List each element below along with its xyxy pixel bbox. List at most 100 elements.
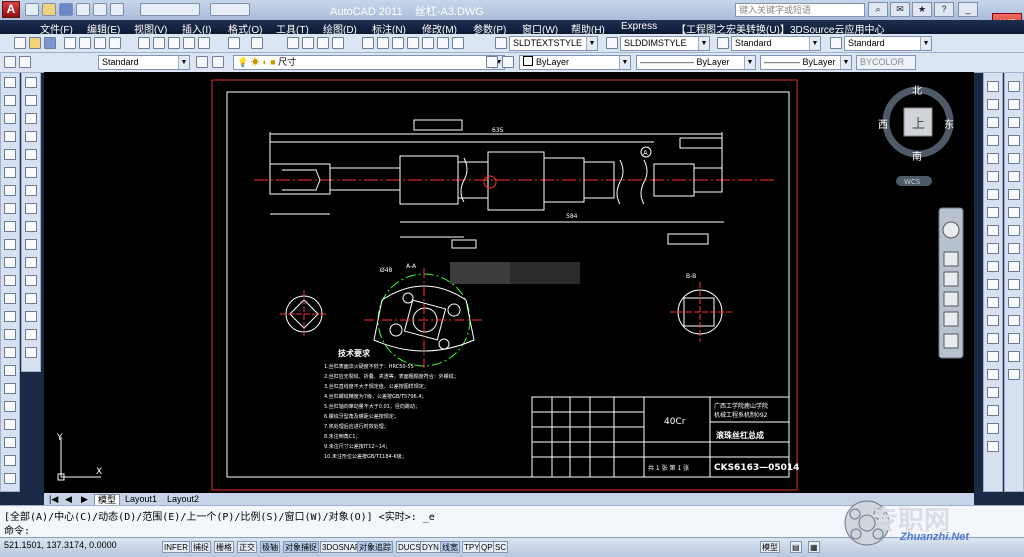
viewcube-east[interactable]: 东	[944, 118, 954, 131]
workspace-select[interactable]: Standard ▼	[98, 55, 190, 70]
linear-dim-icon[interactable]	[987, 81, 999, 92]
status-ortho[interactable]: 正交	[237, 541, 257, 553]
layer-properties-icon[interactable]	[196, 56, 208, 68]
dim-update-icon[interactable]	[987, 423, 999, 434]
mtext-icon[interactable]	[25, 347, 37, 358]
showmotion-nav-icon[interactable]	[943, 311, 959, 327]
snap-parallel-icon[interactable]	[1008, 279, 1020, 290]
plot-icon[interactable]	[110, 3, 124, 16]
dim-space-icon[interactable]	[987, 279, 999, 290]
aligned-dim-icon[interactable]	[987, 99, 999, 110]
snap-endpoint-icon[interactable]	[1008, 117, 1020, 128]
linetype-select[interactable]: —————— ByLayer ▼	[636, 55, 756, 70]
fillet-icon[interactable]	[4, 329, 16, 340]
snap-intersection-icon[interactable]	[1008, 153, 1020, 164]
snap-none-icon[interactable]	[1008, 351, 1020, 362]
move-icon[interactable]	[4, 167, 16, 178]
help-icon[interactable]: ?	[934, 2, 954, 17]
properties-icon[interactable]	[362, 37, 374, 49]
status-dyn[interactable]: DYN	[420, 541, 441, 553]
zoom-window-icon[interactable]	[317, 37, 329, 49]
snap-nearest-icon[interactable]	[1008, 333, 1020, 344]
viewcube-face[interactable]: 上	[912, 117, 925, 132]
drawing-area[interactable]: 584 635 A A-A Ø48 B-B 技术要求 1.丝杠表面淬火硬度不低于…	[44, 72, 974, 494]
cut-icon[interactable]	[138, 37, 150, 49]
ordinate-dim-icon[interactable]	[987, 135, 999, 146]
line-icon[interactable]	[25, 77, 37, 88]
erase-icon[interactable]	[4, 77, 16, 88]
status-osnap[interactable]: 对象捕捉	[283, 541, 319, 553]
copy-icon[interactable]	[153, 37, 165, 49]
status-lineweight[interactable]: 线宽	[440, 541, 460, 553]
redo-icon[interactable]	[93, 3, 107, 16]
open-file-icon[interactable]	[29, 37, 41, 49]
diameter-dim-icon[interactable]	[987, 189, 999, 200]
snap-tangent-icon[interactable]	[1008, 243, 1020, 254]
continue-dim-icon[interactable]	[987, 261, 999, 272]
sheet-set-icon[interactable]	[407, 37, 419, 49]
plotstyle-select[interactable]: BYCOLOR	[856, 55, 916, 70]
spline-edit-icon[interactable]	[4, 383, 16, 394]
text-style-icon[interactable]	[495, 37, 507, 49]
text-style-select[interactable]: SLDTEXTSTYLE ▼	[509, 36, 598, 51]
undo-icon[interactable]	[76, 3, 90, 16]
status-snap[interactable]: 捕捉	[191, 541, 211, 553]
undo-tool-icon[interactable]	[228, 37, 240, 49]
zoom-nav-icon[interactable]	[943, 271, 959, 287]
save-file-icon[interactable]	[44, 37, 56, 49]
print-icon[interactable]	[64, 37, 76, 49]
chamfer-icon[interactable]	[4, 311, 16, 322]
paste-icon[interactable]	[168, 37, 180, 49]
status-polar[interactable]: 极轴	[260, 541, 280, 553]
open-icon[interactable]	[42, 3, 56, 16]
print-preview-icon[interactable]	[79, 37, 91, 49]
revision-cloud-icon[interactable]	[25, 203, 37, 214]
measure-icon[interactable]	[4, 473, 16, 484]
snap-midpoint-icon[interactable]	[1008, 135, 1020, 146]
mleader-style-select[interactable]: Standard ▼	[844, 36, 932, 51]
angular-dim-icon[interactable]	[987, 207, 999, 218]
snap-insert-icon[interactable]	[1008, 297, 1020, 308]
align-icon[interactable]	[4, 419, 16, 430]
spline-icon[interactable]	[25, 221, 37, 232]
quick-view-drawings-icon[interactable]: ▦	[808, 541, 820, 553]
jogged-linear-icon[interactable]	[987, 369, 999, 380]
snap-perpendicular-icon[interactable]	[1008, 261, 1020, 272]
calculator-icon[interactable]	[437, 37, 449, 49]
region-icon[interactable]	[25, 329, 37, 340]
snap-center-icon[interactable]	[1008, 207, 1020, 218]
minimize-button[interactable]: _	[958, 2, 978, 17]
status-ducs[interactable]: DUCS	[396, 541, 423, 553]
snap-apparent-icon[interactable]	[1008, 171, 1020, 182]
tab-layout2[interactable]: Layout2	[164, 494, 202, 504]
rectangle-icon[interactable]	[25, 149, 37, 160]
status-infer[interactable]: INFER	[162, 541, 190, 553]
jogged-dim-icon[interactable]	[987, 171, 999, 182]
inspection-icon[interactable]	[987, 351, 999, 362]
search-button[interactable]: ⌕	[868, 2, 888, 17]
zoom-previous-icon[interactable]	[332, 37, 344, 49]
insert-block-icon[interactable]	[25, 257, 37, 268]
snap-extension-icon[interactable]	[1008, 189, 1020, 200]
polygon-icon[interactable]	[25, 131, 37, 142]
rotate-icon[interactable]	[4, 185, 16, 196]
viewcube-west[interactable]: 西	[878, 120, 888, 131]
pan-nav-icon[interactable]	[943, 251, 959, 267]
tab-nav-next[interactable]: ▶	[78, 494, 91, 504]
stretch-icon[interactable]	[4, 221, 16, 232]
quick-access-dropdown-icon[interactable]	[210, 3, 250, 16]
layer-state-icon[interactable]	[212, 56, 224, 68]
quick-view-layouts-icon[interactable]: ▤	[790, 541, 802, 553]
viewcube-south[interactable]: 南	[912, 150, 922, 163]
divide-icon[interactable]	[4, 455, 16, 466]
dim-edit-icon[interactable]	[987, 387, 999, 398]
save-icon[interactable]	[59, 3, 73, 16]
menu-express[interactable]: Express	[621, 21, 657, 32]
dim-text-edit-icon[interactable]	[987, 405, 999, 416]
snap-node-icon[interactable]	[1008, 315, 1020, 326]
command-input[interactable]: 命令:	[4, 522, 30, 537]
search-input[interactable]: 键入关键字或短语	[735, 3, 865, 17]
ellipse-icon[interactable]	[25, 239, 37, 250]
tab-nav-first[interactable]: |◀	[46, 494, 61, 504]
snap-from-icon[interactable]	[1008, 99, 1020, 110]
